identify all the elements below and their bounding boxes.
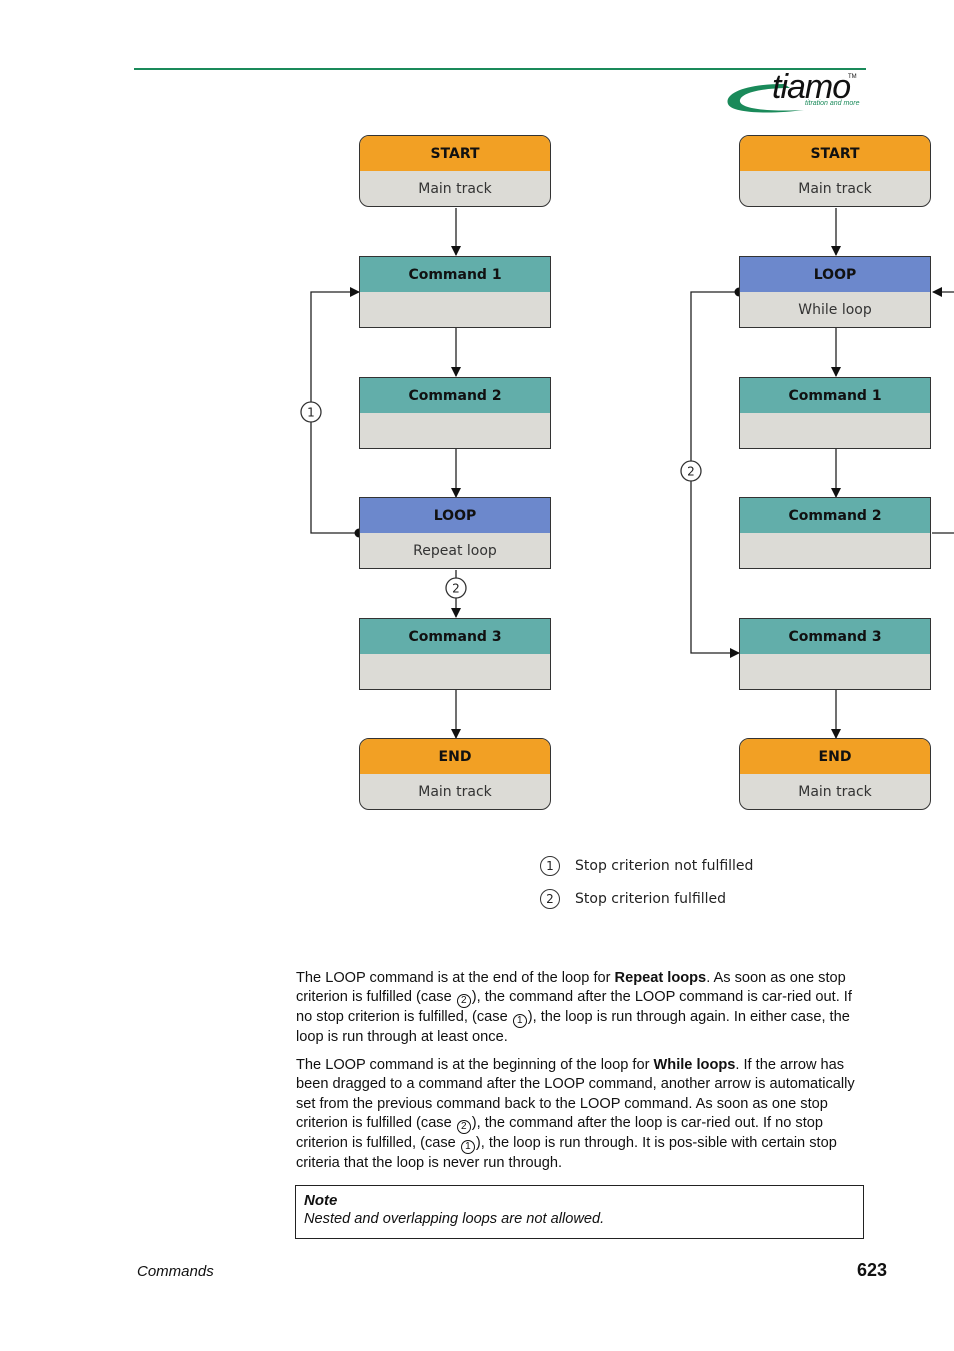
marker-label-2-left: 2 [452,582,460,596]
node-subtitle: Main track [798,784,872,800]
flow-node-end-right: END Main track [739,738,931,810]
node-title: START [360,136,550,171]
node-subtitle [360,292,550,327]
page-number: 623 [857,1260,888,1280]
node-title: Command 3 [360,619,550,654]
legend-item: 1 Stop criterion not fulfilled [540,856,753,876]
note-title: Note [304,1192,338,1209]
bold-term: While loops [653,1057,736,1073]
node-subtitle [740,413,930,448]
legend-number-icon: 1 [540,856,560,876]
paragraph-repeat-loop: The LOOP command is at the end of the lo… [296,969,866,1048]
marker-label-1-left: 1 [307,406,315,420]
flow-node-command3-left: Command 3 [359,618,551,690]
flow-node-loop-left: LOOP Repeat loop [359,497,551,569]
case-number-icon: 2 [456,994,471,1009]
flow-node-end-left: END Main track [359,738,551,810]
flow-node-command3-right: Command 3 [739,618,931,690]
case-number-icon: 1 [460,1139,475,1154]
flow-node-start-left: START Main track [359,135,551,207]
paragraph-while-loop: The LOOP command is at the beginning of … [296,1056,866,1173]
node-title: LOOP [740,257,930,292]
node-subtitle [360,654,550,689]
node-title: Command 2 [360,378,550,413]
node-title: Command 2 [740,498,930,533]
case-number-icon: 2 [456,1119,471,1134]
node-title: START [740,136,930,171]
flow-node-start-right: START Main track [739,135,931,207]
flow-node-command1-right: Command 1 [739,377,931,449]
node-subtitle: Main track [798,181,872,197]
flow-node-command2-right: Command 2 [739,497,931,569]
flow-node-loop-right: LOOP While loop [739,256,931,328]
legend-item: 2 Stop criterion fulfilled [540,889,726,909]
marker-label-2-right: 2 [687,465,695,479]
node-title: Command 1 [740,378,930,413]
node-title: LOOP [360,498,550,533]
text-run: The LOOP command is at the end of the lo… [296,970,615,986]
node-title: END [740,739,930,774]
node-title: Command 3 [740,619,930,654]
node-title: Command 1 [360,257,550,292]
node-subtitle: Repeat loop [413,543,497,559]
legend-text: Stop criterion not fulfilled [575,858,754,874]
legend-text: Stop criterion fulfilled [575,891,727,907]
text-run: The LOOP command is at the beginning of … [296,1057,654,1073]
node-subtitle: While loop [798,302,872,318]
node-subtitle [740,533,930,568]
flow-node-command1-left: Command 1 [359,256,551,328]
node-subtitle: Main track [418,784,492,800]
node-title: END [360,739,550,774]
node-subtitle [740,654,930,689]
footer-section: Commands [137,1263,214,1280]
note-box: Note Nested and overlapping loops are no… [295,1185,864,1239]
bold-term: Repeat loops [614,970,707,986]
note-text: Nested and overlapping loops are not all… [304,1211,605,1227]
case-number-icon: 1 [512,1014,527,1029]
flow-node-command2-left: Command 2 [359,377,551,449]
node-subtitle: Main track [418,181,492,197]
legend-number-icon: 2 [540,889,560,909]
node-subtitle [360,413,550,448]
